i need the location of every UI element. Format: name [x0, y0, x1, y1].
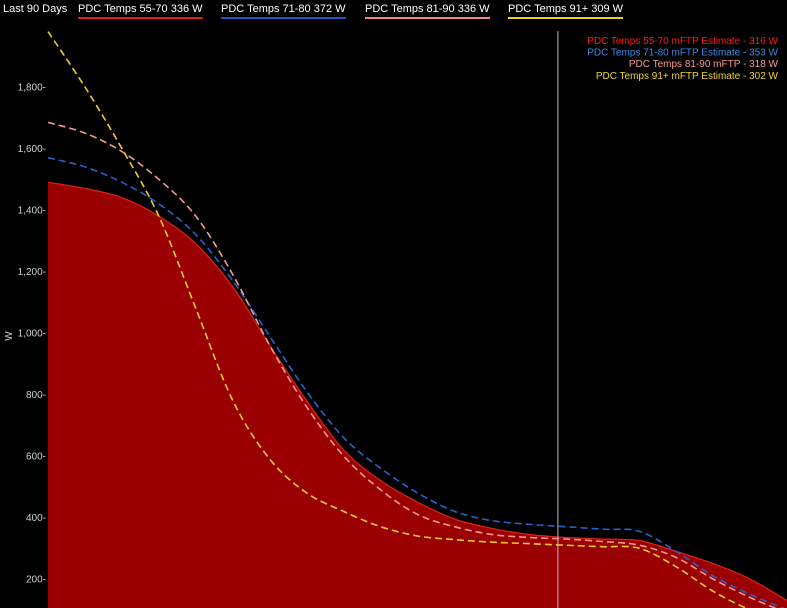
y-tick-label: 200- — [26, 575, 46, 586]
series-area-temps-55-70 — [48, 182, 787, 608]
mftp-estimate-label: PDC Temps 71-80 mFTP Estimate - 353 W — [587, 48, 778, 59]
y-tick-label: 400- — [26, 513, 46, 524]
y-tick-label: 1,800- — [18, 83, 46, 94]
mftp-estimate-label: PDC Temps 81-90 mFTP - 318 W — [629, 59, 779, 70]
power-duration-chart: W 200- 400- 600- 800- 1,000- 1,200- 1,400- 1,600… — [4, 31, 787, 608]
y-tick-label: 1,600- — [18, 144, 46, 155]
mftp-estimate-label: PDC Temps 91+ mFTP Estimate - 302 W — [596, 71, 779, 82]
y-axis-label: W — [4, 331, 15, 341]
y-tick-label: 600- — [26, 452, 46, 463]
y-tick-label: 800- — [26, 390, 46, 401]
mftp-estimate-label: PDC Temps 55-70 mFTP Estimate - 316 W — [587, 36, 778, 47]
y-tick-label: 1,000- — [18, 329, 46, 340]
y-tick-label: 1,400- — [18, 206, 46, 217]
y-tick-label: 1,200- — [18, 267, 46, 278]
